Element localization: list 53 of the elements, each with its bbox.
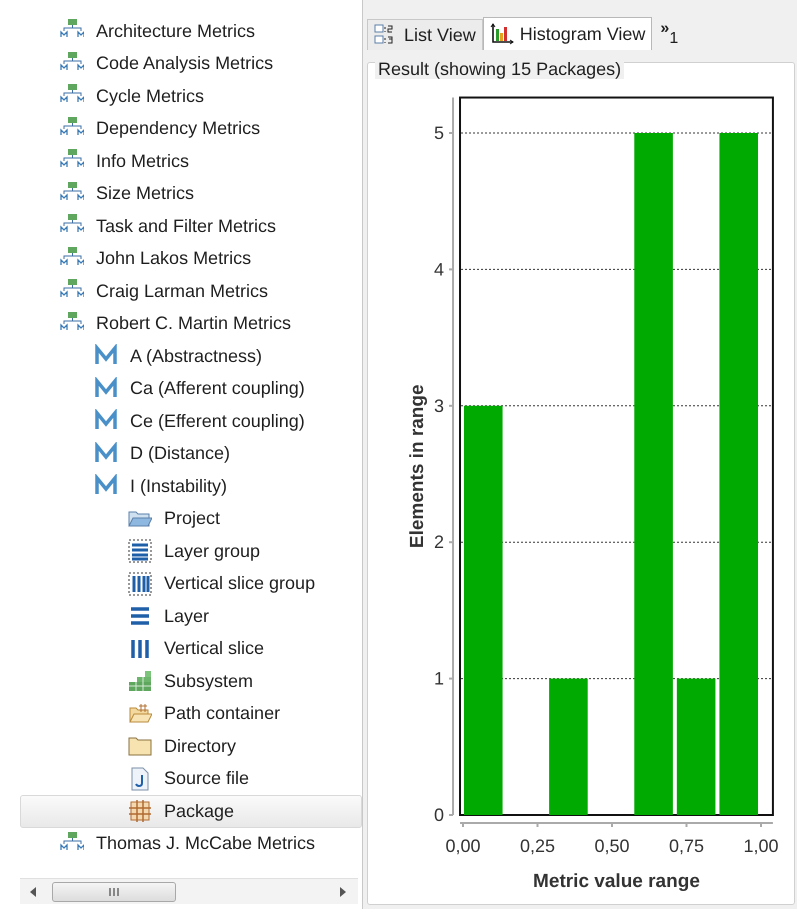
slice-group-icon: [128, 572, 152, 596]
tree-item[interactable]: Ca (Afferent coupling): [20, 372, 362, 405]
tree-item[interactable]: Info Metrics: [20, 145, 362, 178]
tree-item[interactable]: Task and Filter Metrics: [20, 210, 362, 242]
tree-item[interactable]: Ce (Efferent coupling): [20, 405, 362, 438]
x-axis-title: Metric value range: [533, 871, 700, 892]
tree-item[interactable]: Cycle Metrics: [20, 80, 362, 112]
bar-chart-icon: [490, 23, 514, 45]
x-tick-label: 0,75: [668, 836, 704, 856]
tree-item[interactable]: Dependency Metrics: [20, 112, 362, 145]
tree-item[interactable]: Layer: [20, 600, 362, 632]
tree-item[interactable]: Layer group: [20, 535, 362, 568]
tree-item[interactable]: Source file: [20, 762, 362, 795]
tree-item[interactable]: Package: [20, 795, 362, 828]
y-tick-label: 5: [434, 123, 444, 143]
y-tick-label: 0: [434, 805, 444, 825]
tree-item[interactable]: Directory: [20, 730, 362, 762]
tree-item[interactable]: Subsystem: [20, 665, 362, 698]
x-tick-label: 0,50: [594, 836, 630, 856]
y-tick-label: 4: [434, 259, 444, 280]
tree-item[interactable]: Thomas J. McCabe Metrics: [20, 828, 362, 860]
x-tick-label: 0,00: [445, 836, 481, 856]
scrollbar-thumb[interactable]: [52, 882, 176, 902]
tree-item[interactable]: I (Instability): [20, 470, 362, 502]
tree-item[interactable]: Size Metrics: [20, 178, 362, 210]
y-tick-label: 1: [434, 668, 444, 689]
tree-item[interactable]: Craig Larman Metrics: [20, 275, 362, 308]
tree-item[interactable]: Path container: [20, 698, 362, 730]
y-tick-label: 3: [434, 396, 444, 416]
y-axis-title: Elements in range: [407, 384, 428, 548]
layer-group-icon: [128, 539, 152, 564]
tree-item[interactable]: Architecture Metrics: [20, 15, 362, 48]
tree-item[interactable]: Vertical slice group: [20, 568, 362, 600]
tree-item[interactable]: Robert C. Martin Metrics: [20, 308, 362, 340]
x-tick-label: 1,00: [743, 836, 779, 856]
tree-item[interactable]: A (Abstractness): [20, 340, 362, 372]
scroll-left-icon[interactable]: [30, 887, 37, 897]
x-tick-label: 0,25: [520, 836, 556, 856]
tree-item[interactable]: Vertical slice: [20, 632, 362, 665]
horizontal-scrollbar[interactable]: [20, 878, 358, 904]
subsystem-icon: [128, 669, 152, 694]
y-tick-label: 2: [434, 532, 444, 552]
more-tabs-button[interactable]: »1: [656, 19, 682, 50]
tree-item[interactable]: D (Distance): [20, 438, 362, 470]
group-title: Result (showing 15 Packages): [375, 59, 624, 79]
scroll-right-icon[interactable]: [339, 887, 346, 897]
package-icon: [128, 799, 152, 824]
tree-item[interactable]: Code Analysis Metrics: [20, 48, 362, 80]
view-tab[interactable]: Histogram View: [482, 17, 652, 50]
tree-item[interactable]: John Lakos Metrics: [20, 242, 362, 275]
grip-icon: [109, 888, 119, 896]
view-tab[interactable]: List View: [367, 19, 483, 50]
tree-item[interactable]: Project: [20, 502, 362, 535]
